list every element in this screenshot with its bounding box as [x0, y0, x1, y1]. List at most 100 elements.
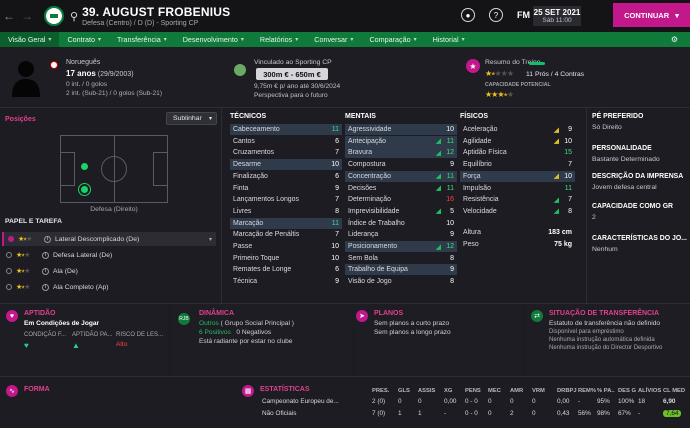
positions-title[interactable]: Posições	[5, 116, 36, 123]
attribute-row[interactable]: Aceleração ◢ 9	[460, 124, 575, 135]
attribute-row[interactable]: Aptidão Física 15	[460, 147, 575, 158]
attribute-row[interactable]: Marcação de Penáltis 7	[230, 229, 342, 240]
role-item[interactable]: ★⭒★ i Defesa Lateral (De)	[2, 248, 216, 262]
tab-contrato[interactable]: Contrato ▾	[59, 32, 109, 47]
attribute-row[interactable]: Imprevisibilidade ◢ 5	[345, 206, 457, 217]
club-logo[interactable]	[44, 6, 64, 26]
forward-arrow-icon[interactable]: →	[18, 9, 36, 23]
attribute-row[interactable]: Primeiro Toque 10	[230, 253, 342, 264]
tab-visao-geral[interactable]: Visão Geral ▾	[0, 32, 60, 47]
role-item[interactable]: ★⭒★ i Ala Completo (Ap)	[2, 280, 216, 294]
attribute-row[interactable]: Cantos 6	[230, 136, 342, 147]
attribute-label: Determinação	[348, 196, 391, 204]
trend-arrow-icon: ◢	[435, 138, 441, 146]
attribute-row[interactable]: Resistência ◢ 7	[460, 194, 575, 205]
attribute-row[interactable]: Remates de Longe 6	[230, 264, 342, 275]
stats-header[interactable]: XG	[444, 388, 452, 394]
fm-menu-button[interactable]: FM	[517, 10, 530, 20]
tab-transferencia[interactable]: Transferência ▾	[109, 32, 175, 47]
attribute-value: 7	[568, 196, 572, 204]
attribute-value: 8	[450, 254, 454, 262]
tab-comparacao[interactable]: Comparação ▾	[361, 32, 424, 47]
continue-button[interactable]: CONTINUAR ▾	[613, 3, 690, 27]
forma-title[interactable]: FORMA	[24, 386, 50, 393]
stats-header[interactable]: CL MED	[663, 388, 685, 394]
planos-long: Sem planos a longo prazo	[374, 329, 451, 336]
attribute-row[interactable]: Cabeceamento 11	[230, 124, 342, 135]
attribute-row[interactable]: Livres 8	[230, 206, 342, 217]
attribute-label: Decisões	[348, 184, 377, 192]
stats-header[interactable]: DES G	[618, 388, 636, 394]
stats-row-name[interactable]: Não Oficiais	[262, 410, 296, 417]
stats-cell: -	[638, 410, 641, 417]
attribute-row[interactable]: Finta 9	[230, 183, 342, 194]
attribute-row[interactable]: Antecipação ◢ 11	[345, 135, 457, 147]
position-dot[interactable]	[81, 163, 88, 170]
attribute-row[interactable]: Força ◢ 10	[460, 170, 575, 182]
stats-header[interactable]: ASSIS	[418, 388, 435, 394]
stats-header[interactable]: REM%	[578, 388, 596, 394]
aptidao-title[interactable]: APTIDÃO	[24, 310, 56, 317]
attribute-row[interactable]: Liderança 9	[345, 229, 457, 240]
attribute-row[interactable]: Agilidade ◢ 10	[460, 136, 575, 147]
highlight-select[interactable]: Sublinhar ▾	[166, 112, 217, 125]
attribute-row[interactable]: Trabalho de Equipa 9	[345, 264, 457, 276]
role-item[interactable]: ★⭒★ i Lateral Descomplicado (De) ▾	[2, 232, 216, 246]
attribute-row[interactable]: Visão de Jogo 8	[345, 276, 457, 287]
tab-settings-icon[interactable]: ⚙	[663, 32, 686, 47]
attribute-row[interactable]: Equilíbrio 7	[460, 159, 575, 170]
stats-cell: -	[578, 398, 581, 405]
attribute-row[interactable]: Índice de Trabalho 10	[345, 218, 457, 229]
stats-header[interactable]: VRM	[532, 388, 545, 394]
trend-arrow-icon: ◢	[435, 149, 441, 157]
nationality-flag-icon	[50, 61, 58, 69]
globe-icon[interactable]: ●	[461, 8, 475, 22]
search-icon[interactable]: ⚲	[70, 10, 78, 23]
attribute-row[interactable]: Marcação 11	[230, 217, 342, 229]
attribute-value: 8	[335, 207, 339, 215]
attribute-row[interactable]: Passe 10	[230, 241, 342, 252]
tab-desenvolvimento[interactable]: Desenvolvimento ▾	[175, 32, 252, 47]
attribute-row[interactable]: Compostura 9	[345, 159, 457, 170]
attribute-row[interactable]: Concentração ◢ 11	[345, 170, 457, 182]
planos-title[interactable]: PLANOS	[374, 310, 403, 317]
attribute-row[interactable]: Determinação 16	[345, 194, 457, 205]
position-dot-main[interactable]	[81, 186, 88, 193]
attribute-row[interactable]: Impulsão 11	[460, 183, 575, 194]
stats-title[interactable]: ESTATÍSTICAS	[260, 386, 310, 393]
attribute-row[interactable]: Finalização 6	[230, 171, 342, 182]
stats-header[interactable]: PRES.	[372, 388, 389, 394]
attribute-row[interactable]: Sem Bola 8	[345, 253, 457, 264]
stats-header[interactable]: % PA..	[597, 388, 615, 394]
attribute-row[interactable]: Bravura ◢ 12	[345, 147, 457, 159]
stats-header[interactable]: ALÍVIOS	[638, 388, 661, 394]
back-arrow-icon[interactable]: ←	[0, 9, 18, 23]
attribute-row[interactable]: Lançamentos Longos 7	[230, 194, 342, 205]
tab-conversar[interactable]: Conversar ▾	[306, 32, 361, 47]
value-badge[interactable]: 300m € - 650m €	[256, 68, 328, 80]
stats-header[interactable]: GLS	[398, 388, 410, 394]
dinamica-title[interactable]: DINÂMICA	[199, 310, 234, 317]
attribute-row[interactable]: Desarme 10	[230, 159, 342, 171]
tab-relatorios[interactable]: Relatórios ▾	[252, 32, 306, 47]
stats-header[interactable]: PENS	[465, 388, 481, 394]
role-item[interactable]: ★⭒★ i Ala (De)	[2, 264, 216, 278]
stats-header[interactable]: MEC	[488, 388, 501, 394]
attribute-label: Agilidade	[463, 137, 492, 145]
attribute-row[interactable]: Velocidade ◢ 8	[460, 206, 575, 217]
stats-cell: 7 (0)	[372, 410, 386, 417]
attribute-row[interactable]: Posicionamento ◢ 12	[345, 241, 457, 252]
tab-historial[interactable]: Historial ▾	[425, 32, 473, 47]
stats-header[interactable]: AMR	[510, 388, 523, 394]
transfer-title[interactable]: SITUAÇÃO DE TRANSFERÊNCIA	[549, 310, 659, 317]
stats-header[interactable]: DRBPJ	[557, 388, 577, 394]
attribute-row[interactable]: Decisões ◢ 11	[345, 183, 457, 194]
attribute-row[interactable]: Agressividade 10	[345, 124, 457, 135]
stats-cell: 0	[488, 398, 492, 405]
attribute-label: Cantos	[233, 137, 255, 145]
info-value: Nenhum	[592, 246, 618, 253]
help-icon[interactable]: ?	[489, 8, 503, 22]
attribute-row[interactable]: Técnica 9	[230, 276, 342, 287]
attribute-row[interactable]: Cruzamentos 7	[230, 147, 342, 158]
stats-row-name[interactable]: Campeonato Europeu de...	[262, 398, 339, 405]
